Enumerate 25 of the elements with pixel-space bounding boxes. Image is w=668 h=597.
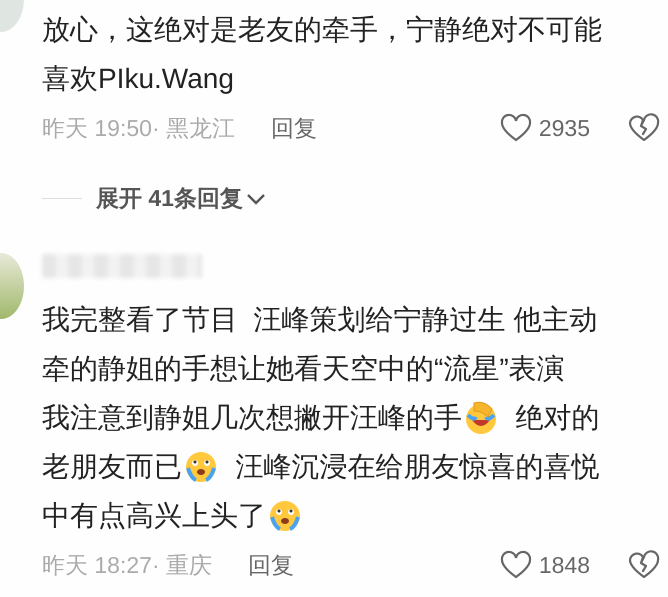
- comment-text: 绝对的: [514, 401, 600, 435]
- like-icon[interactable]: [498, 113, 533, 143]
- like-count: 1848: [538, 550, 590, 580]
- like-icon[interactable]: [498, 550, 533, 580]
- comment-text: 老朋友而已: [42, 450, 182, 484]
- crying-emoji-icon: [268, 498, 302, 532]
- crying-emoji-icon: [184, 450, 218, 484]
- broken-heart-icon[interactable]: [628, 550, 660, 580]
- comment-location: · 重庆: [152, 550, 212, 580]
- comment-text: 放心，这绝对是老友的牵手，宁静绝对不可能: [42, 13, 602, 47]
- comment-text: 牵的静姐的手想让她看天空中的“流星”表演: [42, 352, 565, 386]
- reply-button[interactable]: 回复: [248, 548, 294, 582]
- expand-replies-button[interactable]: 展开 41条回复: [96, 180, 267, 216]
- comment-text: 我完整看了节目 汪峰策划给宁静过生 他主动: [42, 303, 598, 337]
- comment-text: 中有点高兴上头了: [42, 499, 266, 533]
- comment-text: 汪峰沉浸在给朋友惊喜的喜悦: [234, 450, 600, 484]
- comment-text: 我注意到静姐几次想撇开汪峰的手: [42, 401, 462, 435]
- reply-button[interactable]: 回复: [271, 110, 318, 146]
- comment-time: 昨天 19:50: [42, 114, 152, 143]
- like-count: 2935: [538, 114, 590, 143]
- comment-location: · 黑龙江: [152, 114, 236, 143]
- broken-heart-icon[interactable]: [628, 113, 660, 143]
- comment-time: 昨天 18:27: [42, 550, 152, 580]
- laughing-emoji-icon: [464, 400, 498, 434]
- comment-text: 喜欢PIku.Wang: [42, 62, 234, 96]
